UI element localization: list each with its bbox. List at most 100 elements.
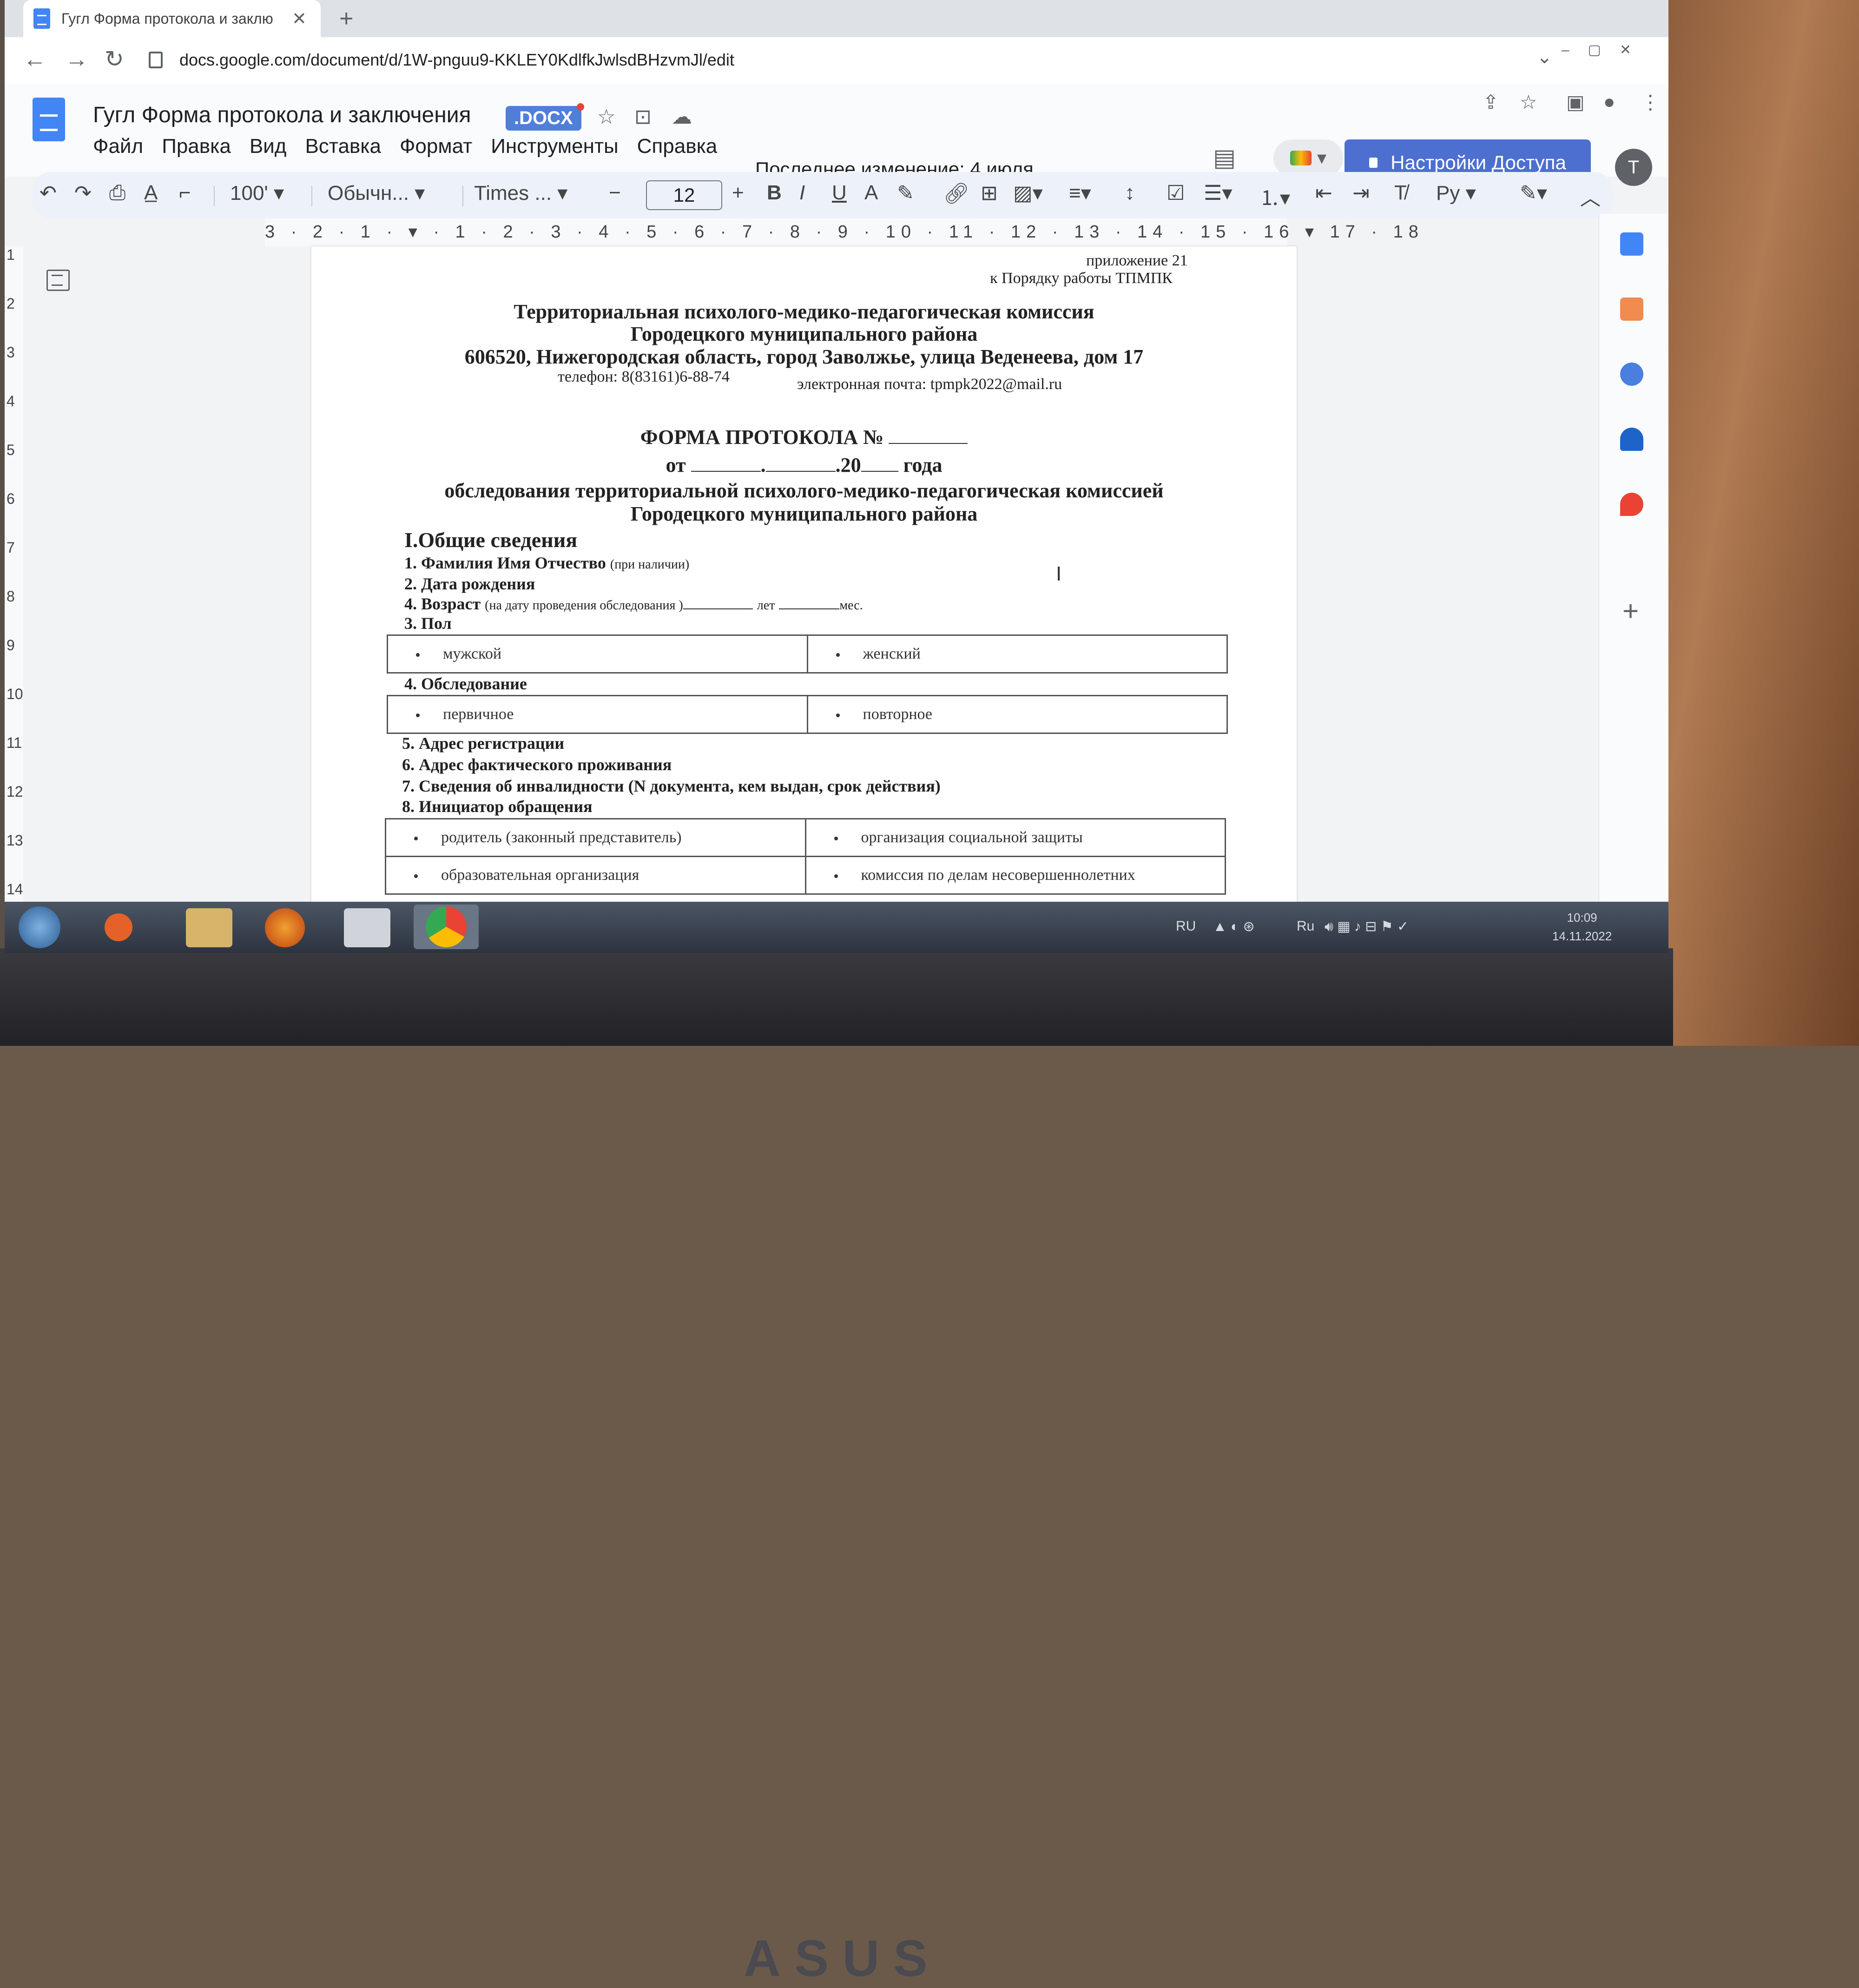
editing-mode-icon[interactable]: ✎▾ [1520,181,1547,205]
bulleted-list-icon[interactable]: ☰▾ [1204,181,1233,205]
vertical-ruler[interactable]: 1 2 3 4 5 6 7 8 9 10 11 12 13 14 [5,246,23,925]
menu-help[interactable]: Справка [637,135,718,158]
side-panel-icon[interactable]: ▣ [1566,91,1585,113]
input-tools-select[interactable]: Ру ▾ [1436,181,1476,205]
exam-option-primary[interactable]: первичное [387,695,808,734]
menu-insert[interactable]: Вставка [305,135,381,158]
star-icon[interactable]: ☆ [597,105,615,129]
file-explorer-icon[interactable] [186,908,232,947]
month-blank[interactable] [765,471,836,472]
profile-icon[interactable]: ● [1603,91,1615,113]
document-page[interactable]: приложение 21 к Порядку работы ТПМПК Тер… [311,246,1297,925]
browser-tab[interactable]: Гугл Форма протокола и заклю ✕ [23,0,321,37]
bold-icon[interactable]: B [767,181,782,205]
meet-button[interactable]: ▾ [1273,139,1343,177]
url-input[interactable]: docs.google.com/document/d/1W-pnguu9-KKL… [149,45,1496,75]
undo-icon[interactable]: ↶ [40,181,57,205]
add-addon-icon[interactable]: + [1622,595,1639,627]
tray-lang[interactable]: Ru [1297,918,1314,934]
underline-icon[interactable]: U [832,181,847,205]
spellcheck-icon[interactable]: A̲ [144,181,158,205]
style-select[interactable]: Обычн... ▾ [328,181,425,205]
align-icon[interactable]: ≡▾ [1069,181,1091,205]
share-page-icon[interactable]: ⇪ [1483,91,1499,113]
clear-formatting-icon[interactable]: T̸ [1394,181,1407,205]
firefox-icon[interactable] [265,908,305,947]
initiator-option-school[interactable]: образовательная организация [385,856,806,895]
start-button-icon[interactable] [19,906,60,948]
menu-file[interactable]: Файл [93,135,143,158]
initiator-option-commission[interactable]: комиссия по делам несовершеннолетних [804,856,1226,895]
numbered-list-icon[interactable]: ⒈▾ [1259,181,1290,211]
age-months-blank[interactable] [779,608,840,609]
subtitle-2: Городецкого муниципального района [630,502,978,525]
initiator-option-parent[interactable]: родитель (законный представитель) [385,818,806,857]
move-folder-icon[interactable]: ⊡ [634,105,652,129]
tray-icons[interactable]: ▲ ◐ ⊛ [1213,918,1255,935]
chevron-down-icon[interactable]: ⌄ [1536,46,1552,68]
age-years-blank[interactable] [683,608,753,609]
field-age: 4. Возраст (на дату проведения обследова… [404,594,863,614]
line-spacing-icon[interactable]: ↕ [1125,181,1135,205]
menu-view[interactable]: Вид [250,135,287,158]
font-size-decrease-icon[interactable]: − [609,181,621,205]
decrease-indent-icon[interactable]: ⇤ [1315,181,1332,205]
vruler-mark: 7 [7,539,15,556]
forward-icon[interactable]: → [65,46,88,73]
font-size-input[interactable]: 12 [646,180,722,210]
print-icon[interactable]: ⎙ [109,181,125,205]
zoom-select[interactable]: 100' ▾ [230,181,284,205]
window-controls[interactable]: –▢✕ [1562,42,1650,58]
collapse-menu-icon[interactable]: ︿ [1580,181,1601,211]
lang-indicator[interactable]: RU [1176,918,1196,934]
document-title[interactable]: Гугл Форма протокола и заключения [93,102,471,128]
protocol-number-blank[interactable] [889,443,968,444]
font-size-increase-icon[interactable]: + [732,181,744,205]
maps-icon[interactable] [1620,493,1643,516]
gender-option-male[interactable]: мужской [387,634,808,674]
tasks-icon[interactable] [1620,363,1643,386]
browser-menu-icon[interactable]: ⋮ [1641,91,1660,113]
font-select[interactable]: Times ... ▾ [474,181,567,205]
chrome-taskbar-button[interactable] [414,905,479,949]
day-blank[interactable] [691,471,761,472]
menu-tools[interactable]: Инструменты [491,135,618,158]
document-outline-icon[interactable] [46,270,70,291]
initiator-option-social[interactable]: организация социальной защиты [804,818,1226,857]
form-title: ФОРМА ПРОТОКОЛА № [311,425,1297,449]
redo-icon[interactable]: ↷ [74,181,92,205]
contacts-icon[interactable] [1620,428,1643,451]
calendar-icon[interactable] [1620,232,1643,256]
comment-history-icon[interactable]: ▤ [1213,144,1236,172]
increase-indent-icon[interactable]: ⇥ [1352,181,1370,205]
add-comment-icon[interactable]: ⊞ [981,181,998,205]
keep-icon[interactable] [1620,297,1643,321]
horizontal-ruler[interactable]: 3 · 2 · 1 · ▾ · 1 · 2 · 3 · 4 · 5 · 6 · … [265,218,1418,246]
cloud-status-icon[interactable]: ☁ [672,105,692,129]
gender-option-female[interactable]: женский [806,634,1228,674]
insert-image-icon[interactable]: ▨▾ [1013,181,1043,205]
exam-option-repeat[interactable]: повторное [806,695,1228,734]
bookmark-star-icon[interactable]: ☆ [1520,91,1537,113]
docs-logo-icon[interactable] [33,98,65,141]
checklist-icon[interactable]: ☑ [1167,181,1185,205]
calendar-app-icon[interactable] [344,908,390,947]
toolbar-divider [214,186,215,206]
highlight-icon[interactable]: ✎ [897,181,914,205]
menu-edit[interactable]: Правка [162,135,231,158]
italic-icon[interactable]: I [799,181,805,205]
media-player-icon[interactable] [105,913,132,941]
back-icon[interactable]: ← [23,46,46,73]
volume-icon[interactable]: 🔊︎ ▦ ♪ ⊟ ⚑ ✓ [1325,918,1409,935]
link-icon[interactable]: 🔗︎ [943,181,969,205]
year-blank[interactable] [861,471,898,472]
reload-icon[interactable]: ↻ [105,46,124,73]
text-color-icon[interactable]: A [864,181,878,205]
menu-format[interactable]: Формат [400,135,472,158]
avatar[interactable]: T [1615,149,1652,186]
paint-format-icon[interactable]: ⌐ [179,181,191,205]
tab-close-icon[interactable]: ✕ [292,8,307,29]
docx-badge[interactable]: .DOCX [506,103,584,131]
clock[interactable]: 10:09 14.11.2022 [1552,908,1612,945]
new-tab-icon[interactable]: + [339,5,353,33]
